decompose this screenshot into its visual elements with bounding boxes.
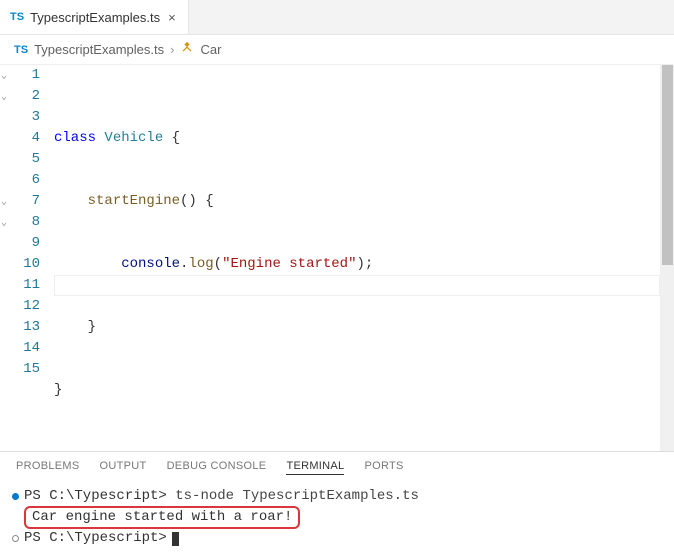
terminal-command: ts-node TypescriptExamples.ts bbox=[175, 488, 419, 504]
panel-tabs: PROBLEMS OUTPUT DEBUG CONSOLE TERMINAL P… bbox=[0, 451, 674, 481]
tab-terminal[interactable]: TERMINAL bbox=[286, 460, 344, 475]
current-line-highlight bbox=[54, 275, 660, 296]
tab-debug-console[interactable]: DEBUG CONSOLE bbox=[167, 460, 267, 475]
terminal-prompt: PS C:\Typescript> bbox=[24, 529, 167, 548]
breadcrumb[interactable]: TS TypescriptExamples.ts › Car bbox=[0, 35, 674, 65]
prompt-dot-icon bbox=[12, 535, 19, 542]
editor-tab[interactable]: TS TypescriptExamples.ts × bbox=[0, 0, 189, 34]
fold-chevron-icon[interactable]: ⌄ bbox=[1, 66, 7, 87]
vertical-scrollbar[interactable] bbox=[660, 65, 674, 451]
line-numbers: 123 456 789 101112 131415 bbox=[14, 65, 54, 451]
class-icon bbox=[180, 41, 194, 58]
ts-file-icon: TS bbox=[10, 11, 24, 23]
tab-filename: TypescriptExamples.ts bbox=[30, 10, 160, 25]
tab-bar: TS TypescriptExamples.ts × bbox=[0, 0, 674, 35]
terminal-cursor bbox=[172, 532, 179, 546]
fold-chevron-icon[interactable]: ⌄ bbox=[1, 192, 7, 213]
fold-column: ⌄ ⌄ ⌄ ⌄ bbox=[0, 65, 14, 451]
tab-output[interactable]: OUTPUT bbox=[100, 460, 147, 475]
ts-file-icon: TS bbox=[14, 44, 28, 56]
prompt-dot-icon bbox=[12, 493, 19, 500]
scrollbar-thumb[interactable] bbox=[662, 65, 673, 265]
terminal[interactable]: PS C:\Typescript> ts-node TypescriptExam… bbox=[0, 481, 674, 558]
terminal-prompt: PS C:\Typescript> bbox=[24, 488, 175, 504]
tab-ports[interactable]: PORTS bbox=[364, 460, 403, 475]
tab-problems[interactable]: PROBLEMS bbox=[16, 460, 80, 475]
terminal-output-highlight: Car engine started with a roar! bbox=[24, 506, 300, 529]
close-icon[interactable]: × bbox=[166, 10, 178, 25]
fold-chevron-icon[interactable]: ⌄ bbox=[1, 213, 7, 234]
code-content[interactable]: class Vehicle { startEngine() { console.… bbox=[54, 65, 674, 451]
chevron-right-icon: › bbox=[170, 42, 174, 57]
breadcrumb-class: Car bbox=[200, 42, 221, 57]
code-editor[interactable]: ⌄ ⌄ ⌄ ⌄ 123 456 789 101112 131415 class … bbox=[0, 65, 674, 451]
fold-chevron-icon[interactable]: ⌄ bbox=[1, 87, 7, 108]
breadcrumb-file: TypescriptExamples.ts bbox=[34, 42, 164, 57]
